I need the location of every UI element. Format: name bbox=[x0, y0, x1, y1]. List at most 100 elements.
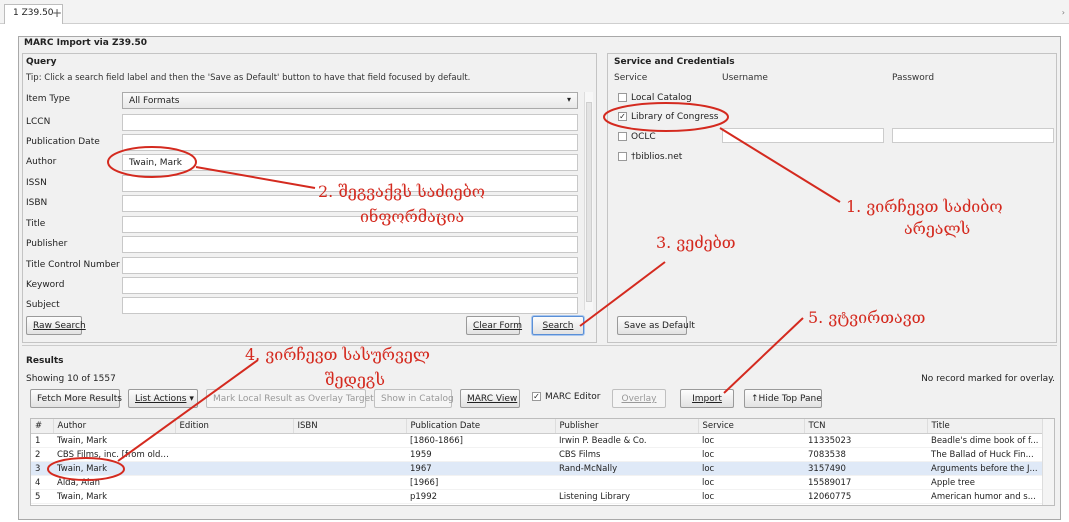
add-tab-button[interactable]: + bbox=[52, 6, 62, 20]
tab-bar: 1 Z39.50 + › bbox=[0, 0, 1069, 24]
raw-search-button[interactable]: Raw Search bbox=[26, 316, 86, 335]
table-row[interactable]: 2 CBS Films, inc. [from old c... 1959 CBS F… bbox=[31, 447, 1043, 462]
field-label-subject[interactable]: Subject bbox=[26, 300, 60, 310]
list-actions-label: List Actions bbox=[135, 394, 187, 404]
service-local-catalog[interactable]: Local Catalog bbox=[618, 93, 692, 103]
cell: Twain, Mark bbox=[53, 433, 175, 448]
column-header[interactable]: Publisher bbox=[555, 419, 699, 434]
service-title: Service and Credentials bbox=[614, 57, 735, 67]
field-label-title-control-number[interactable]: Title Control Number bbox=[26, 260, 120, 270]
field-label-issn[interactable]: ISSN bbox=[26, 178, 47, 188]
oclc-password-input[interactable] bbox=[892, 128, 1054, 143]
annotation-3: 3. ვეძებთ bbox=[656, 233, 736, 252]
checkbox[interactable] bbox=[618, 93, 627, 102]
table-row[interactable]: 4 Alda, Alan [1966] loc 15589017 Apple tree bbox=[31, 475, 1043, 490]
title-input[interactable] bbox=[122, 216, 578, 233]
mark-overlay-target-button[interactable]: Mark Local Result as Overlay Target bbox=[206, 389, 374, 408]
checkbox-checked[interactable]: ✓ bbox=[532, 392, 541, 401]
service-biblios[interactable]: †biblios.net bbox=[618, 152, 682, 162]
column-header[interactable]: ISBN bbox=[293, 419, 407, 434]
query-scrollbar[interactable] bbox=[584, 92, 593, 310]
cell bbox=[293, 447, 406, 462]
fetch-more-results-button[interactable]: Fetch More Results bbox=[30, 389, 122, 408]
dropdown-arrow-icon: ▾ bbox=[566, 95, 571, 104]
hide-top-pane-button[interactable]: ↑Hide Top Pane bbox=[744, 389, 822, 408]
cell bbox=[175, 475, 293, 490]
service-column-header: Service bbox=[614, 73, 648, 83]
cell: 12060775 bbox=[804, 489, 927, 504]
table-scrollbar[interactable] bbox=[1042, 419, 1054, 505]
oclc-username-input[interactable] bbox=[722, 128, 884, 143]
table-row[interactable]: 5 Twain, Mark p1992 Listening Library loc 120… bbox=[31, 489, 1043, 504]
cell bbox=[293, 461, 406, 476]
marc-editor-toggle[interactable]: ✓ MARC Editor bbox=[532, 392, 601, 402]
publication-date-input[interactable] bbox=[122, 134, 578, 151]
service-oclc[interactable]: OCLC bbox=[618, 132, 656, 142]
cell: p1992 bbox=[406, 489, 555, 504]
cell: 7083538 bbox=[804, 447, 927, 462]
service-label: Library of Congress bbox=[631, 112, 719, 122]
column-header[interactable]: Title bbox=[927, 419, 1044, 434]
cell: 11335023 bbox=[804, 433, 927, 448]
field-label-publisher[interactable]: Publisher bbox=[26, 239, 67, 249]
import-button[interactable]: Import bbox=[680, 389, 734, 408]
cell bbox=[293, 433, 406, 448]
show-in-catalog-button[interactable]: Show in Catalog bbox=[374, 389, 454, 408]
field-label-item-type[interactable]: Item Type bbox=[26, 94, 70, 104]
table-row[interactable]: 1 Twain, Mark [1860-1866] Irwin P. Beadle &… bbox=[31, 433, 1043, 448]
marc-view-button[interactable]: MARC View bbox=[460, 389, 520, 408]
cell: Alda, Alan bbox=[53, 475, 175, 490]
item-type-select[interactable]: All Formats ▾ bbox=[122, 92, 578, 109]
checkbox-checked[interactable]: ✓ bbox=[618, 112, 627, 121]
field-label-isbn[interactable]: ISBN bbox=[26, 198, 47, 208]
column-header[interactable]: # bbox=[31, 419, 54, 434]
cell: 3 bbox=[31, 461, 53, 476]
results-title: Results bbox=[26, 356, 64, 366]
field-label-lccn[interactable]: LCCN bbox=[26, 117, 50, 127]
cell bbox=[293, 489, 406, 504]
field-label-keyword[interactable]: Keyword bbox=[26, 280, 64, 290]
scrollbar-thumb[interactable] bbox=[586, 102, 592, 302]
column-header[interactable]: Service bbox=[698, 419, 805, 434]
query-tip: Tip: Click a search field label and then… bbox=[26, 73, 471, 83]
title-control-number-input[interactable] bbox=[122, 257, 578, 274]
service-label: Local Catalog bbox=[631, 93, 692, 103]
table-header-row: # Author Edition ISBN Publication Date P… bbox=[31, 419, 1044, 434]
cell bbox=[293, 475, 406, 490]
annotation-2-line2: ინფორმაცია bbox=[360, 207, 465, 226]
save-default-label: Save as Default bbox=[624, 321, 695, 331]
cell: Arguments before the J... bbox=[927, 461, 1043, 476]
subject-input[interactable] bbox=[122, 297, 578, 314]
cell: The Ballad of Huck Fin... bbox=[927, 447, 1043, 462]
keyword-input[interactable] bbox=[122, 277, 578, 294]
save-as-default-button[interactable]: Save as Default bbox=[617, 316, 695, 335]
author-input[interactable]: Twain, Mark bbox=[122, 154, 578, 171]
list-actions-button[interactable]: List Actions ▾ bbox=[128, 389, 198, 408]
column-header[interactable]: TCN bbox=[804, 419, 928, 434]
lccn-input[interactable] bbox=[122, 114, 578, 131]
overlay-label: Overlay bbox=[621, 394, 657, 404]
table-row[interactable]: 3 Twain, Mark 1967 Rand-McNally loc 3157490 Ar… bbox=[31, 461, 1043, 476]
column-header[interactable]: Edition bbox=[175, 419, 294, 434]
field-label-title[interactable]: Title bbox=[26, 219, 45, 229]
cell: [1860-1866] bbox=[406, 433, 555, 448]
cell: loc bbox=[698, 447, 804, 462]
overlay-button[interactable]: Overlay bbox=[612, 389, 666, 408]
service-label: OCLC bbox=[631, 132, 656, 142]
clear-form-button[interactable]: Clear Form bbox=[466, 316, 522, 335]
password-column-header: Password bbox=[892, 73, 935, 83]
horizontal-splitter[interactable] bbox=[22, 345, 1057, 349]
field-label-author[interactable]: Author bbox=[26, 157, 56, 167]
annotation-4-line2: შედეგს bbox=[325, 370, 385, 389]
column-header[interactable]: Author bbox=[53, 419, 176, 434]
search-button[interactable]: Search bbox=[532, 316, 584, 335]
chevron-right-icon[interactable]: › bbox=[1062, 8, 1065, 17]
checkbox[interactable] bbox=[618, 132, 627, 141]
pane-splitter[interactable] bbox=[598, 53, 606, 343]
cell: Twain, Mark bbox=[53, 461, 175, 476]
field-label-publication-date[interactable]: Publication Date bbox=[26, 137, 100, 147]
publisher-input[interactable] bbox=[122, 236, 578, 253]
column-header[interactable]: Publication Date bbox=[406, 419, 556, 434]
service-library-of-congress[interactable]: ✓ Library of Congress bbox=[618, 112, 719, 122]
checkbox[interactable] bbox=[618, 152, 627, 161]
